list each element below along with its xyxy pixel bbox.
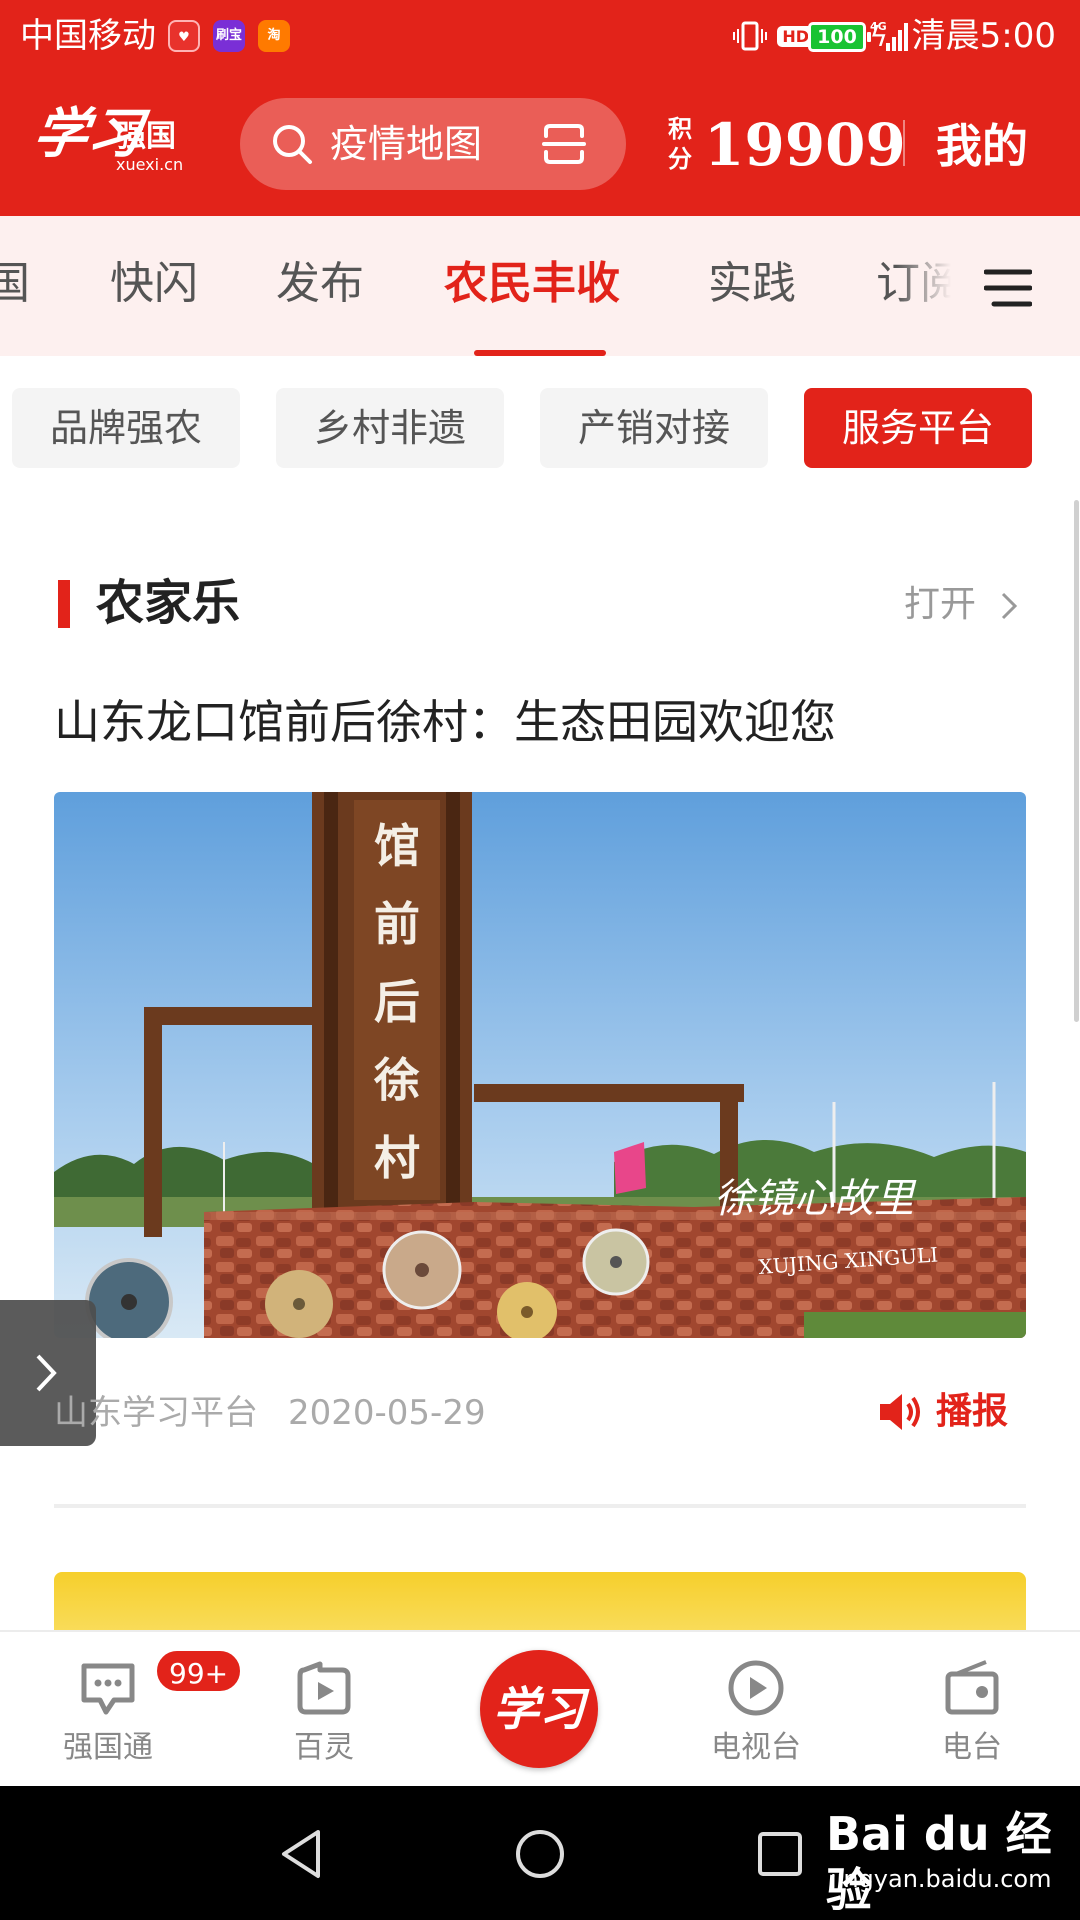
speaker-icon[interactable] xyxy=(876,1390,924,1434)
taobao-app-icon: 淘 xyxy=(258,20,290,52)
clock: 清晨5:00 xyxy=(911,16,1056,56)
back-icon[interactable] xyxy=(276,1828,328,1880)
nav-label: 百灵 xyxy=(294,1730,354,1765)
scan-icon[interactable] xyxy=(542,122,586,166)
nav-diantai[interactable]: 电台 xyxy=(882,1632,1062,1788)
chip-fuwu-pingtai[interactable]: 服务平台 xyxy=(804,388,1032,468)
shuabao-app-icon: 刷宝 xyxy=(213,20,245,52)
nav-qiangguotong[interactable]: 强国通 99+ xyxy=(18,1632,244,1788)
broadcast-button[interactable]: 播报 xyxy=(936,1388,1008,1436)
chip-pinpai-qiangnong[interactable]: 品牌强农 xyxy=(12,388,240,468)
tab-fabu[interactable]: 发布 xyxy=(276,256,364,312)
active-tab-indicator xyxy=(474,350,606,356)
watermark-brand: Bai du 经验 xyxy=(826,1807,1052,1917)
unread-badge: 99+ xyxy=(154,1648,244,1694)
tab-guo[interactable]: 国 xyxy=(0,256,30,312)
tab-shijian[interactable]: 实践 xyxy=(708,256,796,312)
chat-icon xyxy=(81,1663,135,1715)
chip-xiangcun-feiyi[interactable]: 乡村非遗 xyxy=(276,388,504,468)
recents-icon[interactable] xyxy=(756,1830,804,1878)
search-placeholder: 疫情地图 xyxy=(330,122,483,166)
mine-button[interactable]: 我的 xyxy=(936,118,1028,174)
app-header: 学习 强国 xuexi.cn 疫情地图 积分 19909 我的 xyxy=(0,74,1080,216)
article-source: 山东学习平台 xyxy=(54,1393,258,1433)
search-bar[interactable]: 疫情地图 xyxy=(240,98,626,190)
tv-play-icon xyxy=(728,1660,784,1716)
logo-domain: xuexi.cn xyxy=(116,155,184,174)
content-divider xyxy=(54,1504,1026,1508)
bottom-nav: 强国通 99+ 百灵 学习 电视台 电台 xyxy=(0,1630,1080,1786)
nav-label: 电台 xyxy=(942,1730,1002,1765)
tab-kuaishan[interactable]: 快闪 xyxy=(110,256,198,312)
section-accent-bar xyxy=(58,580,70,628)
section-open-link[interactable]: 打开 xyxy=(904,582,976,628)
points-label: 积分 xyxy=(668,114,692,173)
article-date: 2020-05-29 xyxy=(288,1393,486,1433)
radio-icon xyxy=(945,1660,999,1715)
video-play-icon xyxy=(297,1661,351,1715)
nav-bailing[interactable]: 百灵 xyxy=(234,1632,414,1788)
charging-icon: ϟ xyxy=(869,20,888,53)
xuexi-center-button[interactable]: 学习 xyxy=(480,1650,598,1768)
logo-name: 强国 xyxy=(116,119,176,154)
nav-dianshitai[interactable]: 电视台 xyxy=(666,1632,846,1788)
article-title[interactable]: 山东龙口馆前后徐村：生态田园欢迎您 xyxy=(54,690,1034,754)
system-nav-bar: Bai du 经验 jingyan.baidu.com xyxy=(0,1786,1080,1920)
watermark-url: jingyan.baidu.com xyxy=(830,1865,1052,1893)
section-title: 农家乐 xyxy=(96,575,241,631)
tab-nongmin-fengshou[interactable]: 农民丰收 xyxy=(444,256,620,312)
header-divider xyxy=(903,120,905,166)
battery-icon: 100 xyxy=(808,22,871,52)
next-card-banner[interactable] xyxy=(54,1572,1026,1632)
chip-chanxiao-duijie[interactable]: 产销对接 xyxy=(540,388,768,468)
channel-tabs: 国 快闪 发布 农民丰收 实践 订阅 xyxy=(0,216,1080,356)
article-photo[interactable]: 馆前后徐村 徐镜心故里 XUJING XINGULI xyxy=(54,792,1026,1338)
chevron-right-icon[interactable] xyxy=(998,590,1020,622)
xuexi-logo[interactable]: 学习 强国 xuexi.cn xyxy=(30,98,204,188)
home-icon[interactable] xyxy=(514,1828,566,1880)
nav-label: 强国通 xyxy=(63,1730,153,1765)
search-icon xyxy=(273,125,312,164)
vibrate-icon xyxy=(733,21,768,51)
channel-menu-icon[interactable] xyxy=(984,264,1032,312)
carrier-label: 中国移动 xyxy=(20,16,156,56)
nav-label: 电视台 xyxy=(711,1730,801,1765)
points-value[interactable]: 19909 xyxy=(704,110,906,180)
status-bar: 中国移动 ♥ 刷宝 淘 HD 4G 100 ϟ 清晨5:00 xyxy=(0,0,1080,74)
app-notification-icon: ♥ xyxy=(168,20,200,52)
scrollbar[interactable] xyxy=(1074,500,1079,1022)
photo-sign-cn: 徐镜心故里 xyxy=(714,1176,917,1222)
